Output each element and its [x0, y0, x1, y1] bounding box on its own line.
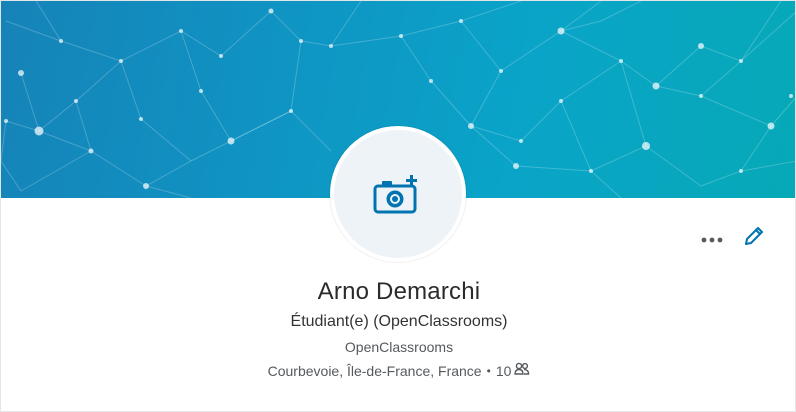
connections-link[interactable]: 10	[496, 362, 531, 379]
profile-name: Arno Demarchi	[317, 278, 481, 305]
pencil-icon	[743, 225, 765, 252]
connections-count: 10	[495, 362, 512, 379]
more-horizontal-icon	[701, 230, 723, 248]
more-actions-button[interactable]	[701, 230, 723, 248]
separator-dot: •	[486, 363, 491, 378]
add-profile-photo-button[interactable]	[334, 130, 462, 258]
location-and-connections: Courbevoie, Île-de-France, France • 10	[1, 362, 795, 379]
camera-add-icon	[373, 173, 423, 215]
profile-photo-frame	[330, 126, 466, 262]
profile-actions	[701, 225, 765, 252]
profile-location: Courbevoie, Île-de-France, France	[267, 362, 482, 379]
profile-headline: Étudiant(e) (OpenClassrooms)	[290, 313, 508, 330]
people-icon	[514, 362, 530, 379]
edit-profile-button[interactable]	[743, 225, 765, 252]
current-company-link[interactable]: OpenClassrooms	[1, 339, 795, 355]
profile-card: Arno Demarchi Étudiant(e) (OpenClassroom…	[0, 0, 796, 412]
